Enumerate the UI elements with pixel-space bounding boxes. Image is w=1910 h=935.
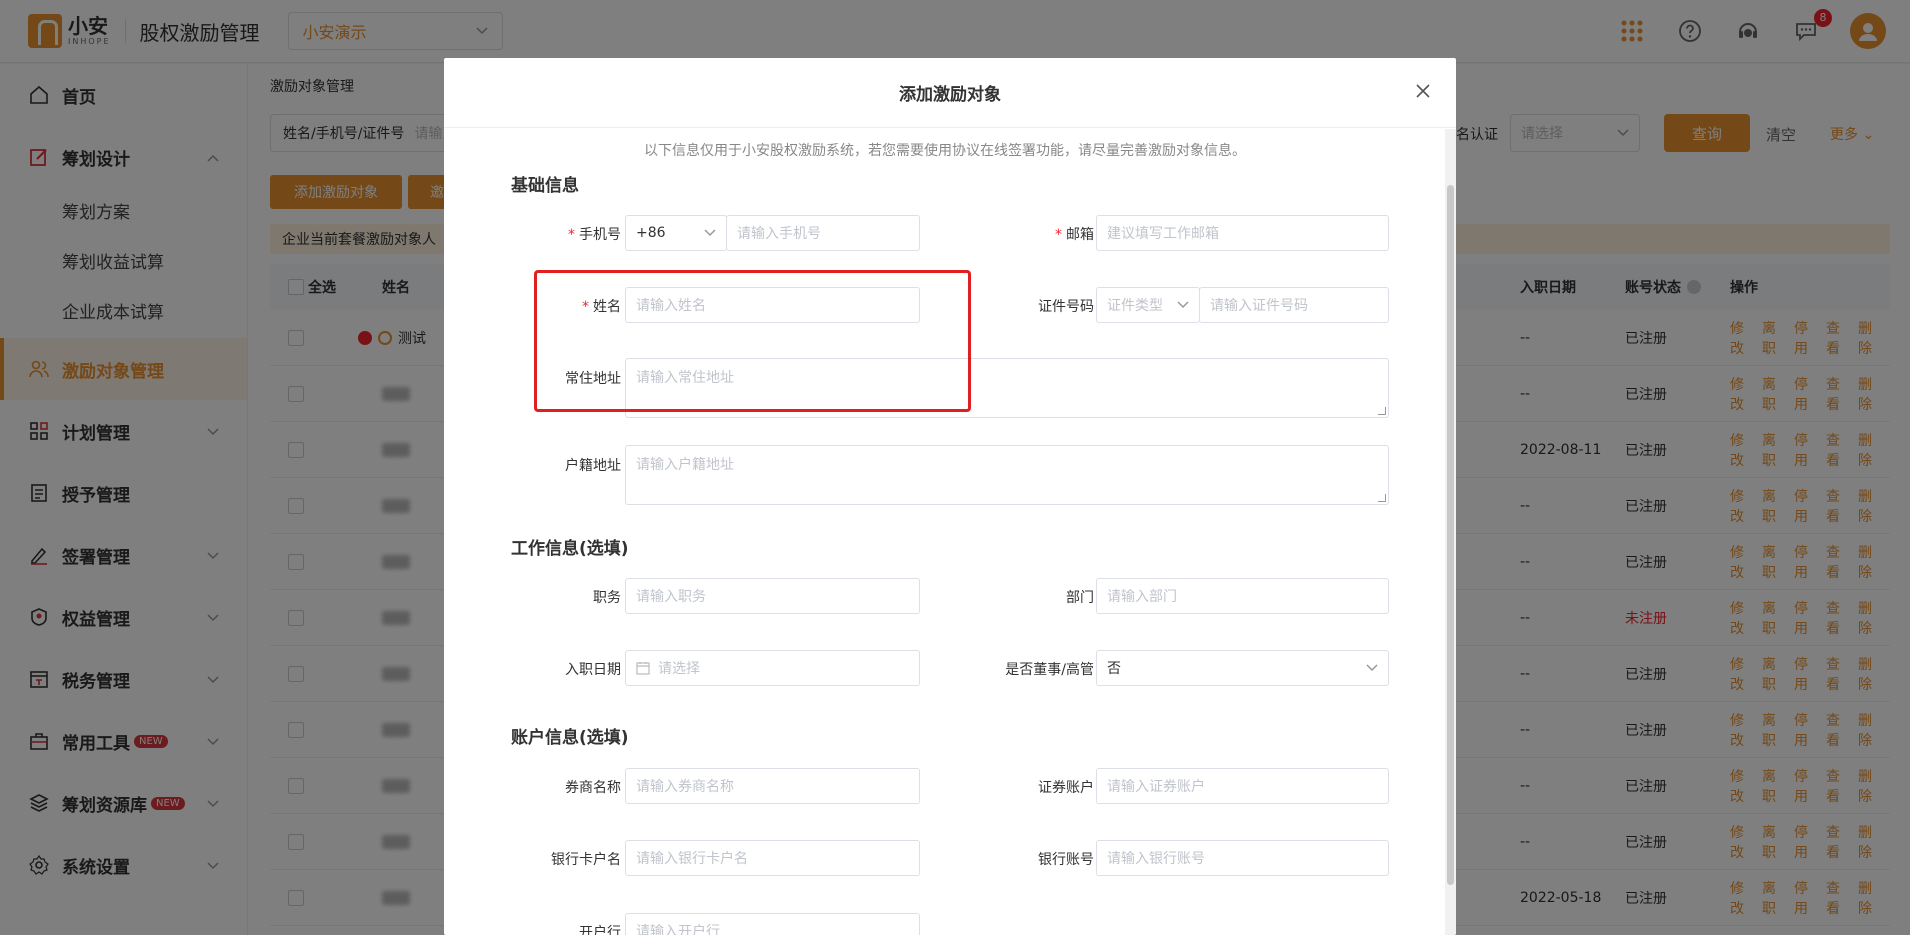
country-code-select[interactable]: +86 — [625, 215, 727, 251]
director-value: 否 — [1107, 661, 1121, 677]
household-placeholder: 请输入户籍地址 — [636, 457, 734, 473]
chevron-down-icon — [1177, 301, 1189, 309]
modal-tip: 以下信息仅用于小安股权激励系统，若您需要使用协议在线签署功能，请尽量完善激励对象… — [644, 143, 1246, 159]
entry-date-label: 入职日期 — [565, 662, 621, 678]
id-type-select[interactable]: 证件类型 — [1096, 287, 1200, 323]
household-address-textarea[interactable]: 请输入户籍地址 — [625, 445, 1389, 505]
bank-account-number-input[interactable]: 请输入银行账号 — [1096, 840, 1389, 876]
bank-branch-input[interactable]: 请输入开户行 — [625, 913, 920, 935]
modal-header: 添加激励对象 — [444, 58, 1456, 128]
highlight-annotation-box — [534, 270, 971, 412]
department-label: 部门 — [1066, 590, 1094, 606]
chevron-down-icon — [1366, 664, 1378, 672]
modal-title: 添加激励对象 — [899, 85, 1001, 105]
department-input[interactable]: 请输入部门 — [1096, 578, 1389, 614]
country-code-value: +86 — [636, 225, 666, 241]
securities-account-input[interactable]: 请输入证券账户 — [1096, 768, 1389, 804]
section-work-info: 工作信息(选填) — [511, 539, 629, 559]
chevron-down-icon — [704, 229, 716, 237]
add-target-modal: 添加激励对象 以下信息仅用于小安股权激励系统，若您需要使用协议在线签署功能，请尽… — [444, 58, 1456, 935]
phone-input[interactable]: 请输入手机号 — [726, 215, 920, 251]
phone-label: * 手机号 — [568, 227, 621, 243]
bank-account-number-label: 银行账号 — [1038, 852, 1094, 868]
bank-account-name-label: 银行卡户名 — [551, 852, 621, 868]
resize-handle-icon[interactable] — [1378, 494, 1386, 502]
broker-input[interactable]: 请输入券商名称 — [625, 768, 920, 804]
director-select[interactable]: 否 — [1096, 650, 1389, 686]
director-label: 是否董事/高管 — [1005, 662, 1094, 678]
calendar-icon — [636, 662, 650, 675]
email-input[interactable]: 建议填写工作邮箱 — [1096, 215, 1389, 251]
modal-body: 以下信息仅用于小安股权激励系统，若您需要使用协议在线签署功能，请尽量完善激励对象… — [444, 129, 1444, 935]
household-address-label: 户籍地址 — [565, 458, 621, 474]
securities-account-label: 证券账户 — [1038, 780, 1094, 796]
modal-scrollbar-thumb[interactable] — [1447, 185, 1454, 885]
entry-date-picker[interactable]: 请选择 — [625, 650, 920, 686]
entry-date-placeholder: 请选择 — [658, 661, 700, 677]
modal-scrollbar[interactable] — [1445, 129, 1456, 935]
position-label: 职务 — [593, 590, 621, 606]
section-basic-info: 基础信息 — [511, 176, 579, 196]
resize-handle-icon[interactable] — [1378, 407, 1386, 415]
close-icon[interactable] — [1414, 82, 1434, 102]
id-type-placeholder: 证件类型 — [1107, 298, 1163, 314]
broker-label: 券商名称 — [565, 780, 621, 796]
email-label: * 邮箱 — [1055, 227, 1094, 243]
id-number-input[interactable]: 请输入证件号码 — [1199, 287, 1389, 323]
position-input[interactable]: 请输入职务 — [625, 578, 920, 614]
bank-branch-label: 开户行 — [579, 925, 621, 935]
bank-account-name-input[interactable]: 请输入银行卡户名 — [625, 840, 920, 876]
section-account-info: 账户信息(选填) — [511, 728, 629, 748]
